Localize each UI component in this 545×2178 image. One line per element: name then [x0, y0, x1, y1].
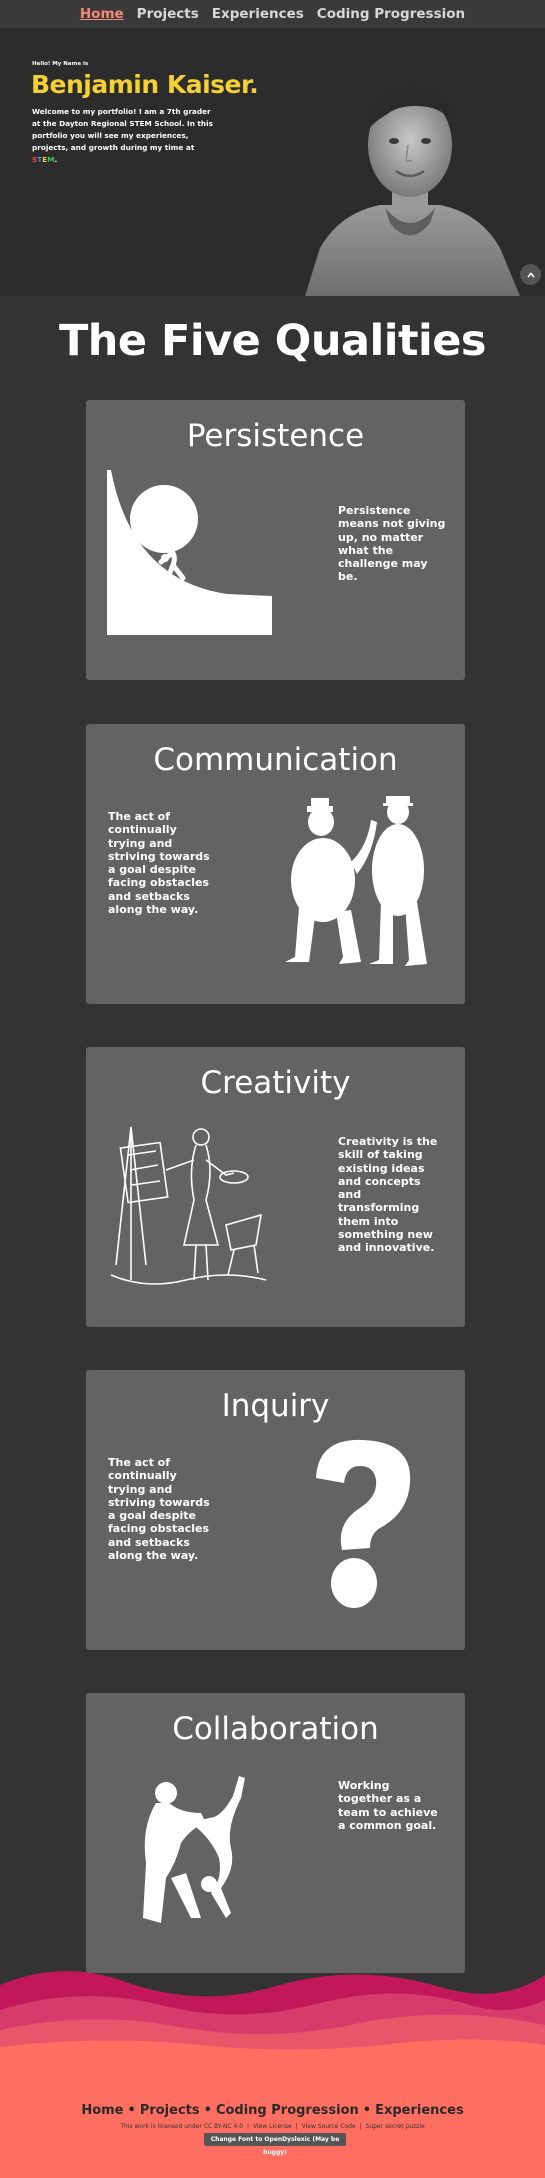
card-description: Creativity is the skill of taking existi… [338, 1135, 438, 1255]
hero-section: Hello! My Name is Benjamin Kaiser. Welco… [0, 28, 545, 296]
portrait-photo [305, 85, 520, 296]
view-license-link[interactable]: View License [253, 2123, 292, 2130]
painter-at-easel-icon [110, 1126, 267, 1285]
hero-intro-text: Welcome to my portfolio! I am a 7th grad… [32, 107, 213, 152]
footer-license: This work is licensed under CC BY-NC 4.0… [0, 2123, 545, 2130]
hero-intro: Welcome to my portfolio! I am a 7th grad… [32, 106, 217, 166]
quality-card-communication: Communication The act of continually try… [86, 724, 465, 1004]
super-secret-puzzle-link[interactable]: Super secret puzzle [366, 2123, 425, 2130]
quality-card-persistence: Persistence Persistence means not giving… [86, 400, 465, 680]
footer-coding-progression-link[interactable]: Coding Progression [216, 2103, 359, 2118]
footer-experiences-link[interactable]: Experiences [375, 2103, 464, 2118]
card-title: Creativity [200, 1065, 351, 1101]
nav-home-link[interactable]: Home [80, 6, 124, 22]
card-title: Communication [153, 742, 398, 778]
card-description: The act of continually trying and strivi… [108, 1456, 210, 1563]
quality-card-creativity: Creativity Creativity is the skill of ta… [86, 1047, 465, 1327]
card-title: Collaboration [172, 1711, 379, 1747]
stem-letter-m: M [47, 155, 55, 164]
qualities-heading: The Five Qualities [58, 316, 487, 366]
hero-intro-end: . [54, 155, 58, 164]
scroll-to-top-button[interactable] [520, 264, 541, 285]
nav-projects-link[interactable]: Projects [137, 6, 199, 22]
sisyphus-icon [107, 470, 272, 635]
stem-word: STEM [32, 155, 55, 164]
decorative-waves [0, 1971, 545, 2060]
footer: Home • Projects • Coding Progression • Experie… [0, 2055, 545, 2178]
card-description: Persistence means not giving up, no matt… [338, 504, 446, 584]
link-separator: | [295, 2123, 298, 2130]
hero-name: Benjamin Kaiser. [31, 70, 259, 99]
footer-home-link[interactable]: Home [81, 2103, 123, 2118]
link-separator: | [247, 2123, 250, 2130]
quality-card-inquiry: Inquiry The act of continually trying an… [86, 1370, 465, 1650]
quality-card-collaboration: Collaboration Working together as a team… [86, 1693, 465, 1973]
card-description: The act of continually trying and strivi… [108, 810, 210, 917]
footer-separator: • [127, 2103, 136, 2118]
view-source-code-link[interactable]: View Source Code [302, 2123, 356, 2130]
footer-projects-link[interactable]: Projects [140, 2103, 200, 2118]
change-font-button[interactable]: Change Font to OpenDyslexic (May be bugg… [204, 2133, 346, 2156]
footer-separator: • [362, 2103, 372, 2118]
nav-experiences-link[interactable]: Experiences [212, 6, 304, 22]
hero-greeting: Hello! My Name is [32, 61, 89, 67]
link-separator: | [359, 2123, 362, 2130]
footer-nav: Home • Projects • Coding Progression • Experie… [0, 2103, 545, 2118]
card-title: Inquiry [221, 1388, 330, 1424]
dancers-icon [143, 1776, 245, 1923]
card-title: Persistence [186, 418, 365, 454]
question-mark-icon [316, 1439, 411, 1608]
top-nav: Home Projects Experiences Coding Progres… [0, 0, 545, 28]
two-men-talking-icon [285, 796, 427, 966]
chevron-up-icon [526, 271, 535, 278]
license-text[interactable]: This work is licensed under CC BY-NC 4.0 [120, 2123, 243, 2130]
footer-separator: • [203, 2103, 212, 2118]
nav-coding-progression-link[interactable]: Coding Progression [317, 6, 465, 22]
card-description: Working together as a team to achieve a … [338, 1779, 438, 1832]
